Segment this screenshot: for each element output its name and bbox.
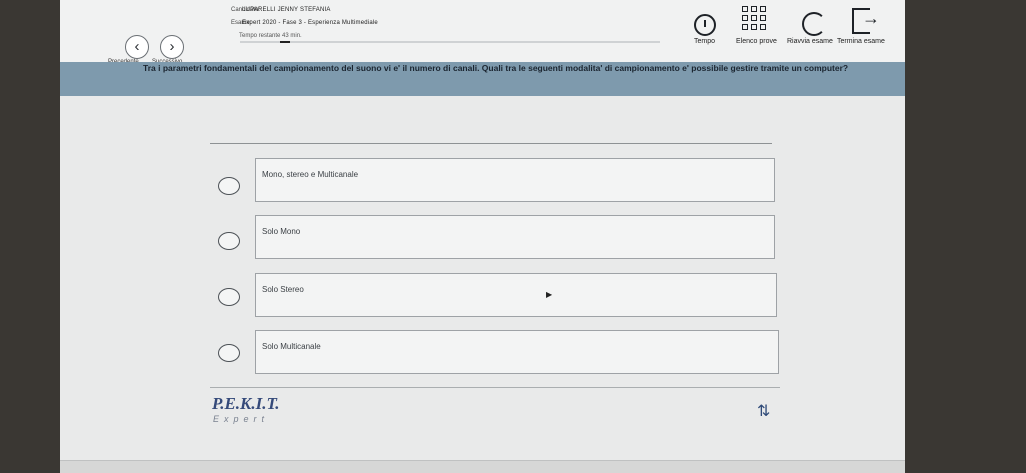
chevron-right-icon: › bbox=[169, 38, 175, 55]
next-button[interactable]: › bbox=[160, 35, 184, 59]
mouse-pointer-icon: ▶ bbox=[546, 290, 553, 299]
grid-cell bbox=[760, 24, 766, 30]
exam-window: ‹ › Precedente Successivo Candidato: LUP… bbox=[60, 0, 905, 473]
grid-cell bbox=[751, 6, 757, 12]
answer-radio-2[interactable] bbox=[218, 232, 240, 250]
grid-cell bbox=[760, 6, 766, 12]
candidate-value: LUPARELLI JENNY STEFANIA bbox=[242, 7, 331, 13]
reload-icon[interactable] bbox=[802, 12, 826, 36]
pekit-logo-subtitle: Expert bbox=[213, 414, 270, 424]
grid-list-icon[interactable] bbox=[742, 6, 768, 36]
grid-cell bbox=[760, 15, 766, 21]
divider bbox=[210, 143, 772, 144]
grid-cell bbox=[751, 15, 757, 21]
tool-restart-label[interactable]: Riavvia esame bbox=[787, 38, 833, 45]
grid-cell bbox=[742, 24, 748, 30]
answer-option-2[interactable]: Solo Mono bbox=[255, 215, 775, 259]
tool-time-label[interactable]: Tempo bbox=[694, 38, 715, 45]
tool-end-label[interactable]: Termina esame bbox=[837, 38, 885, 45]
answer-radio-1[interactable] bbox=[218, 177, 240, 195]
chevron-left-icon: ‹ bbox=[134, 38, 140, 55]
taskbar bbox=[60, 460, 905, 473]
answer-option-4[interactable]: Solo Multicanale bbox=[255, 330, 779, 374]
grid-cell bbox=[742, 6, 748, 12]
answer-text: Solo Mono bbox=[262, 227, 301, 236]
answer-text: Solo Stereo bbox=[262, 285, 304, 294]
answer-text: Solo Multicanale bbox=[262, 342, 321, 351]
switch-arrows-icon[interactable]: ⇅ bbox=[757, 401, 773, 421]
answer-radio-4[interactable] bbox=[218, 344, 240, 362]
answer-option-1[interactable]: Mono, stereo e Multicanale bbox=[255, 158, 775, 202]
exam-progress-bar bbox=[240, 41, 660, 43]
question-text: Tra i parametri fondamentali del campion… bbox=[143, 63, 849, 73]
grid-cell bbox=[751, 24, 757, 30]
pekit-logo: P.E.K.I.T. bbox=[212, 394, 280, 413]
tool-list-label[interactable]: Elenco prove bbox=[736, 38, 777, 45]
grid-cell bbox=[742, 15, 748, 21]
prev-button[interactable]: ‹ bbox=[125, 35, 149, 59]
answer-radio-3[interactable] bbox=[218, 288, 240, 306]
exam-value: Expert 2020 - Fase 3 - Esperienza Multim… bbox=[242, 20, 378, 26]
answer-option-3[interactable]: Solo Stereo bbox=[255, 273, 777, 317]
time-remaining: Tempo restante 43 min. bbox=[239, 33, 302, 39]
divider bbox=[210, 387, 780, 388]
header-toolbar: ‹ › Precedente Successivo Candidato: LUP… bbox=[60, 0, 905, 67]
clock-icon[interactable] bbox=[694, 14, 716, 36]
answer-text: Mono, stereo e Multicanale bbox=[262, 170, 359, 179]
progress-fill bbox=[280, 41, 290, 43]
question-bar: Tra i parametri fondamentali del campion… bbox=[60, 62, 905, 96]
exit-icon[interactable] bbox=[852, 8, 880, 34]
